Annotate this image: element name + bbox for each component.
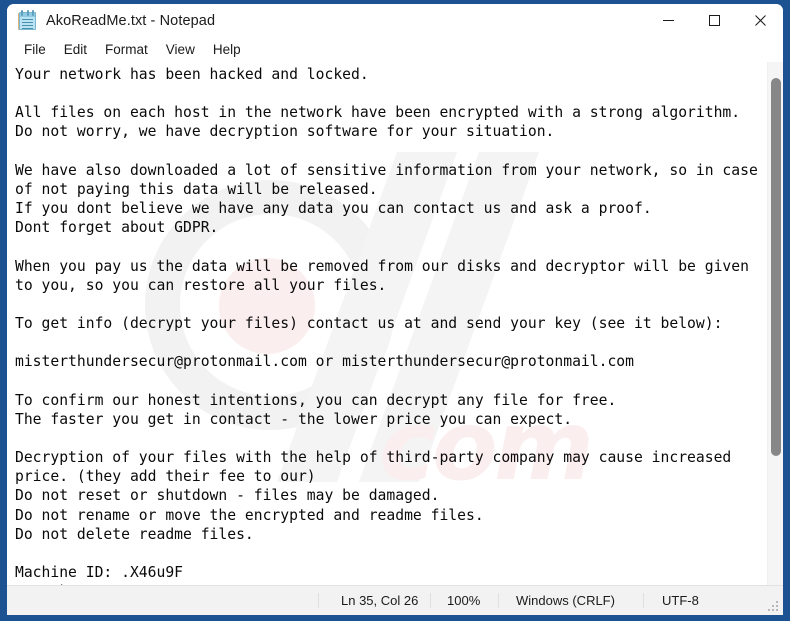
- title-bar[interactable]: AkoReadMe.txt - Notepad: [7, 4, 783, 37]
- status-line-ending[interactable]: Windows (CRLF): [498, 593, 643, 608]
- resize-grip-icon[interactable]: [768, 601, 779, 612]
- menu-item-file[interactable]: File: [15, 39, 55, 61]
- text-editor-area[interactable]: com Your network has been hacked and loc…: [7, 62, 783, 585]
- menu-item-view[interactable]: View: [157, 39, 204, 61]
- maximize-button[interactable]: [691, 4, 737, 37]
- status-cursor-position: Ln 35, Col 26: [318, 593, 430, 608]
- notepad-window: AkoReadMe.txt - Notepad File Edit Format…: [0, 0, 790, 621]
- menu-item-format[interactable]: Format: [96, 39, 157, 61]
- window-title: AkoReadMe.txt - Notepad: [46, 12, 216, 29]
- notepad-icon: [18, 10, 37, 31]
- note-text[interactable]: Your network has been hacked and locked.…: [7, 62, 758, 585]
- menu-bar: File Edit Format View Help: [7, 37, 783, 62]
- vertical-scrollbar[interactable]: [767, 62, 783, 585]
- menu-item-help[interactable]: Help: [204, 39, 250, 61]
- menu-item-edit[interactable]: Edit: [55, 39, 96, 61]
- status-bar: Ln 35, Col 26 100% Windows (CRLF) UTF-8: [7, 585, 783, 615]
- window-inner: AkoReadMe.txt - Notepad File Edit Format…: [7, 4, 783, 615]
- scrollbar-thumb[interactable]: [771, 78, 781, 456]
- close-button[interactable]: [737, 4, 783, 37]
- window-controls: [645, 4, 783, 37]
- status-zoom-level[interactable]: 100%: [430, 593, 498, 608]
- title-bar-left: AkoReadMe.txt - Notepad: [7, 10, 215, 31]
- status-encoding[interactable]: UTF-8: [643, 593, 783, 608]
- minimize-button[interactable]: [645, 4, 691, 37]
